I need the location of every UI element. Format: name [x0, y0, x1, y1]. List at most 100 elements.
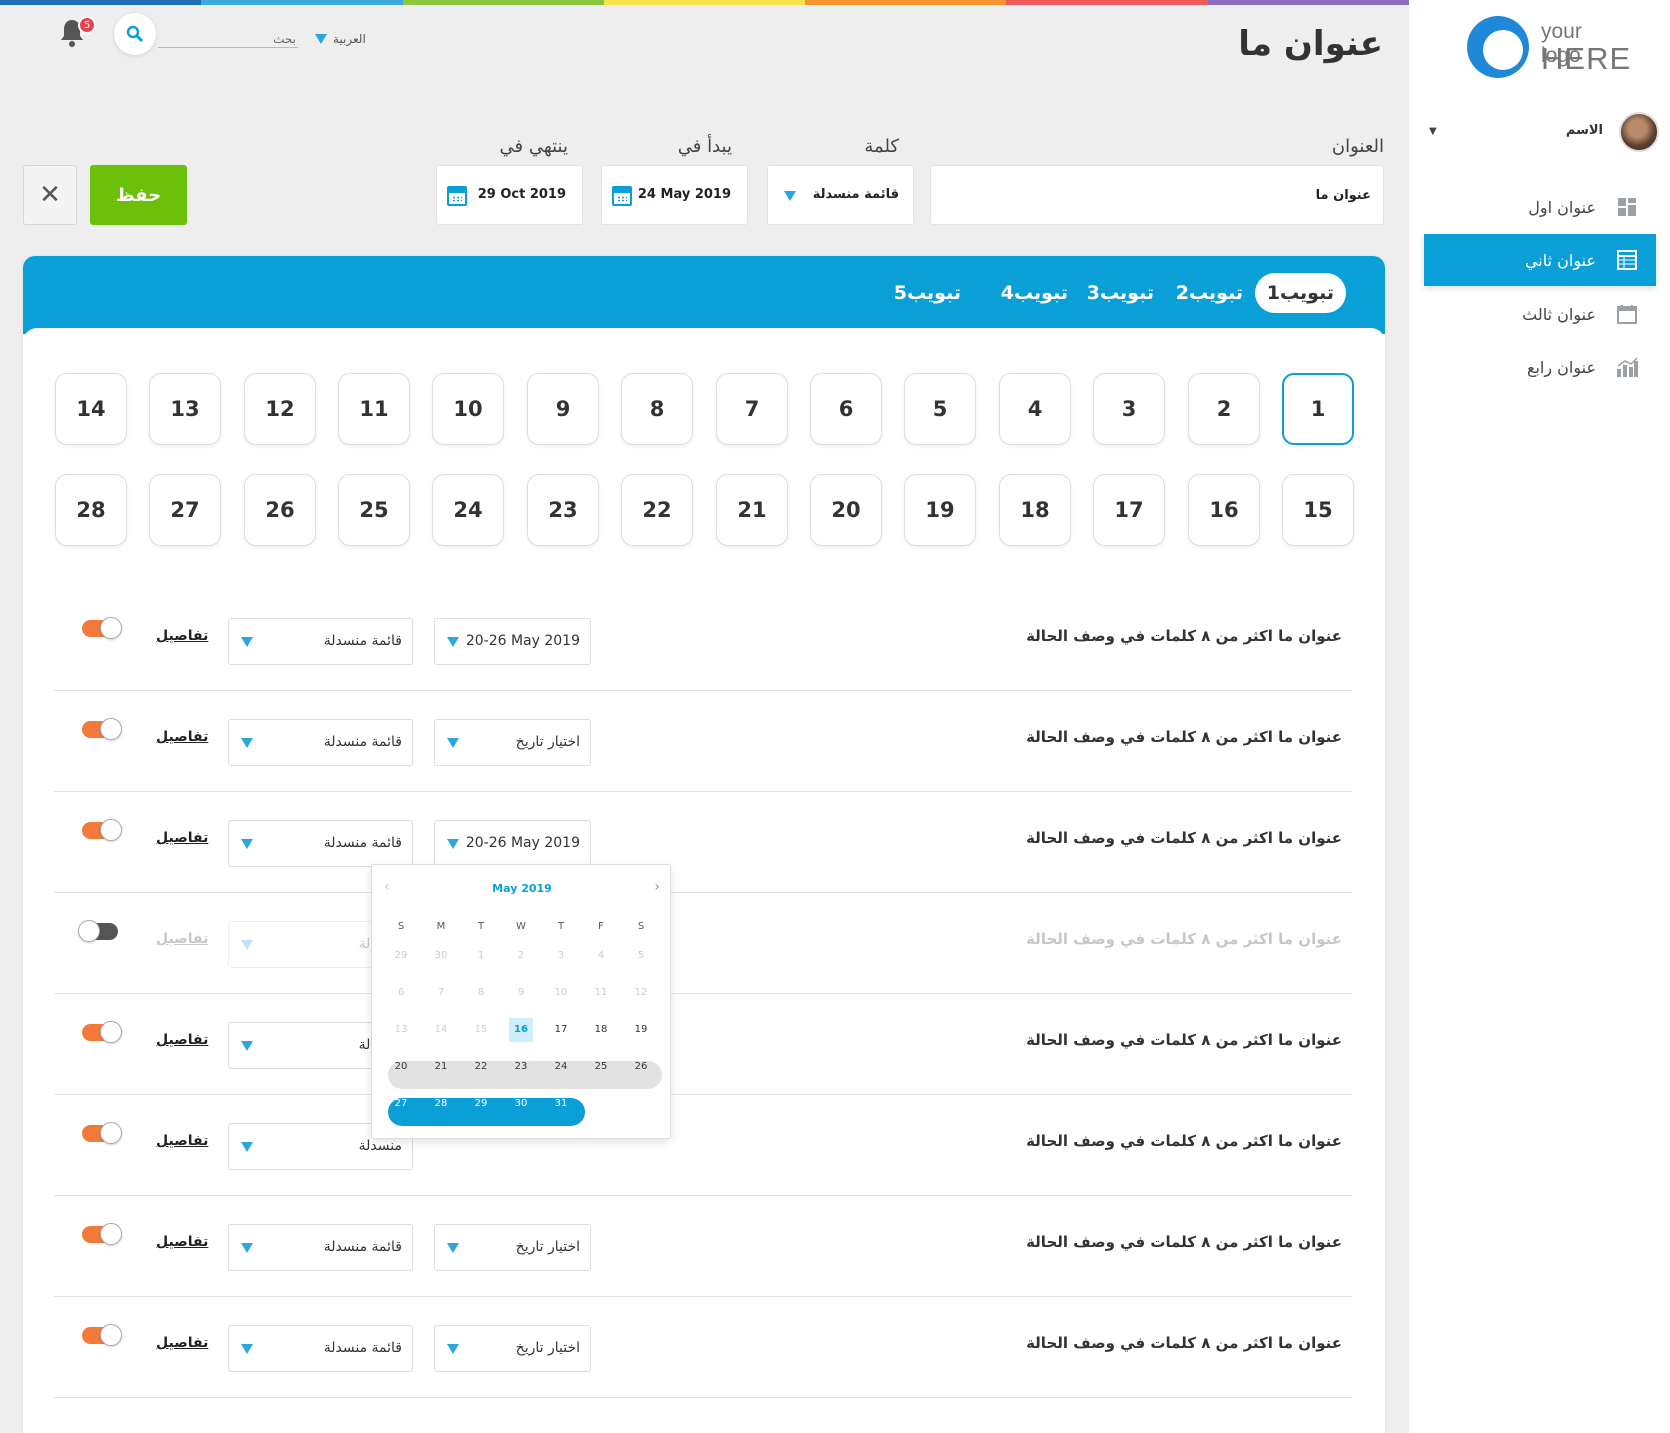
tab-1[interactable]: تبويب1 — [1254, 273, 1346, 313]
day-button-23[interactable]: 23 — [527, 474, 599, 546]
details-link[interactable]: تفاصيل — [156, 1234, 208, 1250]
calendar-icon[interactable] — [447, 186, 467, 206]
day-button-2[interactable]: 2 — [1188, 373, 1260, 445]
datepicker-day[interactable]: 13 — [389, 1018, 413, 1042]
details-link[interactable]: تفاصيل — [156, 1335, 208, 1351]
day-button-24[interactable]: 24 — [432, 474, 504, 546]
datepicker-day[interactable]: 16 — [509, 1018, 533, 1042]
close-icon[interactable]: ✕ — [23, 165, 77, 225]
day-button-13[interactable]: 13 — [149, 373, 221, 445]
day-button-21[interactable]: 21 — [716, 474, 788, 546]
day-button-16[interactable]: 16 — [1188, 474, 1260, 546]
datepicker-day[interactable]: 4 — [589, 944, 613, 968]
user-menu[interactable]: ▼ الاسم — [1429, 112, 1659, 152]
date-range-dropdown[interactable]: 20-26 May 2019 — [434, 820, 591, 867]
dropdown-select[interactable]: قائمة منسدلة — [228, 719, 413, 766]
notification-bell-icon[interactable]: 5 — [58, 16, 96, 50]
day-button-10[interactable]: 10 — [432, 373, 504, 445]
datepicker-day[interactable]: 28 — [429, 1092, 453, 1116]
day-button-12[interactable]: 12 — [244, 373, 316, 445]
dropdown-select[interactable]: قائمة منسدلة — [228, 618, 413, 665]
day-button-3[interactable]: 3 — [1093, 373, 1165, 445]
day-button-6[interactable]: 6 — [810, 373, 882, 445]
day-button-20[interactable]: 20 — [810, 474, 882, 546]
datepicker-day[interactable]: 19 — [629, 1018, 653, 1042]
tab-4[interactable]: تبويب4 — [989, 273, 1080, 313]
sidebar-item-2[interactable]: عنوان ثاني — [1424, 234, 1656, 286]
end-date-field[interactable]: 29 Oct 2019 — [436, 165, 583, 225]
day-button-18[interactable]: 18 — [999, 474, 1071, 546]
save-button[interactable]: حفظ — [90, 165, 187, 225]
day-button-1[interactable]: 1 — [1282, 373, 1354, 445]
day-button-25[interactable]: 25 — [338, 474, 410, 546]
status-toggle[interactable] — [82, 1021, 122, 1043]
details-link[interactable]: تفاصيل — [156, 830, 208, 846]
datepicker-day[interactable]: 21 — [429, 1055, 453, 1079]
word-dropdown[interactable]: قائمة منسدلة — [767, 165, 914, 225]
caret-down-icon[interactable]: ▼ — [1429, 126, 1437, 137]
chevron-right-icon[interactable]: › — [654, 879, 660, 895]
datepicker-day[interactable]: 10 — [549, 981, 573, 1005]
datepicker-day[interactable]: 1 — [469, 944, 493, 968]
day-button-22[interactable]: 22 — [621, 474, 693, 546]
datepicker-day[interactable]: 25 — [589, 1055, 613, 1079]
status-toggle[interactable] — [82, 819, 122, 841]
day-button-11[interactable]: 11 — [338, 373, 410, 445]
date-range-dropdown[interactable]: اختيار تاريخ — [434, 719, 591, 766]
datepicker-day[interactable]: 3 — [549, 944, 573, 968]
details-link[interactable]: تفاصيل — [156, 628, 208, 644]
datepicker-day[interactable]: 2 — [509, 944, 533, 968]
tab-5[interactable]: تبويب5 — [882, 273, 973, 313]
details-link[interactable]: تفاصيل — [156, 1032, 208, 1048]
details-link[interactable]: تفاصيل — [156, 1133, 208, 1149]
datepicker-day[interactable]: 24 — [549, 1055, 573, 1079]
day-button-5[interactable]: 5 — [904, 373, 976, 445]
language-select[interactable]: العربية — [315, 32, 366, 46]
date-range-dropdown[interactable]: اختيار تاريخ — [434, 1224, 591, 1271]
day-button-7[interactable]: 7 — [716, 373, 788, 445]
status-toggle[interactable] — [78, 920, 118, 942]
day-button-8[interactable]: 8 — [621, 373, 693, 445]
datepicker-day[interactable]: 29 — [389, 944, 413, 968]
datepicker-day[interactable]: 22 — [469, 1055, 493, 1079]
search-button[interactable] — [114, 13, 156, 55]
dropdown-select[interactable]: قائمة منسدلة — [228, 1224, 413, 1271]
status-toggle[interactable] — [82, 1324, 122, 1346]
sidebar-item-4[interactable]: عنوان رابع — [1424, 341, 1656, 393]
datepicker-day[interactable]: 31 — [549, 1092, 573, 1116]
datepicker-day[interactable]: 27 — [389, 1092, 413, 1116]
status-toggle[interactable] — [82, 718, 122, 740]
title-field[interactable]: عنوان ما — [930, 165, 1384, 225]
datepicker-day[interactable]: 20 — [389, 1055, 413, 1079]
datepicker-day[interactable]: 23 — [509, 1055, 533, 1079]
status-toggle[interactable] — [82, 1122, 122, 1144]
avatar[interactable] — [1619, 112, 1659, 152]
day-button-9[interactable]: 9 — [527, 373, 599, 445]
day-button-14[interactable]: 14 — [55, 373, 127, 445]
tab-3[interactable]: تبويب3 — [1075, 273, 1166, 313]
day-button-4[interactable]: 4 — [999, 373, 1071, 445]
tab-2[interactable]: تبويب2 — [1164, 273, 1255, 313]
day-button-17[interactable]: 17 — [1093, 474, 1165, 546]
search-input[interactable]: بحث — [158, 32, 298, 48]
datepicker-day[interactable]: 12 — [629, 981, 653, 1005]
datepicker-day[interactable]: 15 — [469, 1018, 493, 1042]
datepicker-day[interactable]: 11 — [589, 981, 613, 1005]
day-button-26[interactable]: 26 — [244, 474, 316, 546]
sidebar-item-1[interactable]: عنوان اول — [1424, 181, 1656, 233]
datepicker-day[interactable]: 17 — [549, 1018, 573, 1042]
datepicker-day[interactable]: 7 — [429, 981, 453, 1005]
datepicker-day[interactable]: 29 — [469, 1092, 493, 1116]
dropdown-select[interactable]: قائمة منسدلة — [228, 1325, 413, 1372]
datepicker-day[interactable]: 26 — [629, 1055, 653, 1079]
datepicker-day[interactable]: 30 — [429, 944, 453, 968]
status-toggle[interactable] — [82, 617, 122, 639]
day-button-19[interactable]: 19 — [904, 474, 976, 546]
date-range-dropdown[interactable]: 20-26 May 2019 — [434, 618, 591, 665]
start-date-field[interactable]: 24 May 2019 — [601, 165, 748, 225]
datepicker-day[interactable]: 14 — [429, 1018, 453, 1042]
date-range-dropdown[interactable]: اختيار تاريخ — [434, 1325, 591, 1372]
details-link[interactable]: تفاصيل — [156, 729, 208, 745]
datepicker-day[interactable]: 8 — [469, 981, 493, 1005]
datepicker-day[interactable]: 6 — [389, 981, 413, 1005]
